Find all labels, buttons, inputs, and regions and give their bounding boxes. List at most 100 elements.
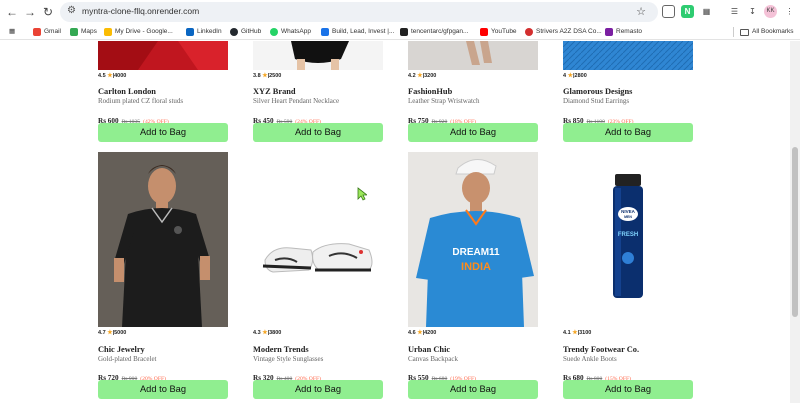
product-image[interactable]	[563, 41, 693, 70]
avatar[interactable]: KK	[764, 5, 777, 18]
bookmark-site-icon	[605, 28, 613, 36]
address-bar[interactable]: ⚙ myntra-clone-fllq.onrender.com ☆	[60, 2, 658, 22]
product-description: Vintage Style Sunglasses	[253, 355, 324, 363]
bookmark-label: Maps	[81, 28, 97, 35]
scrollbar-thumb[interactable]	[792, 147, 798, 317]
download-icon[interactable]: ↧	[746, 5, 759, 18]
rating: 4.5 ★|4000	[98, 73, 127, 79]
site-info-icon[interactable]: ⚙	[67, 5, 76, 16]
bookmark-site-icon	[321, 28, 329, 36]
product-image[interactable]: NIVEA MEN FRESH	[563, 152, 693, 327]
svg-text:FRESH: FRESH	[618, 232, 638, 238]
rating: 4.6 ★|4200	[408, 330, 437, 336]
product-image[interactable]	[253, 152, 383, 327]
add-to-bag-button[interactable]: Add to Bag	[253, 380, 383, 399]
media-icon[interactable]: ☰	[728, 5, 741, 18]
bookmark-label: WhatsApp	[281, 28, 311, 35]
product-image[interactable]: DREAM11 INDIA	[408, 152, 538, 327]
bookmark-label: GitHub	[241, 28, 262, 35]
folder-icon	[740, 28, 749, 36]
bookmark-label: My Drive - Google...	[115, 28, 173, 35]
add-to-bag-button[interactable]: Add to Bag	[253, 123, 383, 142]
rating: 4.1 ★|3100	[563, 330, 592, 336]
star-icon: ★	[107, 330, 113, 336]
bookmark-build-lead-invest[interactable]: Build, Lead, Invest |...	[321, 26, 394, 38]
product-grid: 4.5 ★|4000 Carlton London Rodium plated …	[0, 41, 790, 403]
svg-text:MEN: MEN	[624, 215, 632, 219]
menu-icon[interactable]: ⋮	[783, 5, 796, 18]
bookmark-site-icon	[400, 28, 408, 36]
url-text: myntra-clone-fllq.onrender.com	[82, 6, 200, 16]
product-description: Diamond Stud Earrings	[563, 97, 630, 105]
page-scrollbar[interactable]	[790, 41, 800, 403]
bookmark-strivers[interactable]: Strivers A2Z DSA Co...	[525, 26, 602, 38]
star-icon: ★	[567, 73, 573, 79]
bookmark-youtube[interactable]: YouTube	[480, 26, 517, 38]
bookmark-drive[interactable]: My Drive - Google...	[104, 26, 173, 38]
rating: 4 ★|2800	[563, 73, 587, 79]
bookmark-maps[interactable]: Maps	[70, 26, 97, 38]
product-brand: Carlton London	[98, 87, 156, 96]
bookmark-label: tencentarc/gfpgan...	[411, 28, 469, 35]
star-icon: ★	[262, 73, 268, 79]
product-image[interactable]	[98, 41, 228, 70]
add-to-bag-button[interactable]: Add to Bag	[98, 380, 228, 399]
forward-icon[interactable]: →	[22, 4, 38, 20]
bookmark-remasto[interactable]: Remasto	[605, 26, 642, 38]
bookmark-star-icon[interactable]: ☆	[636, 5, 646, 18]
product-brand: FashionHub	[408, 87, 453, 96]
star-icon: ★	[262, 330, 268, 336]
product-image[interactable]	[408, 41, 538, 70]
product-brand: Urban Chic	[408, 345, 451, 354]
all-bookmarks-button[interactable]: All Bookmarks	[740, 26, 794, 38]
product-brand: XYZ Brand	[253, 87, 296, 96]
star-icon: ★	[417, 73, 423, 79]
product-description: Suede Ankle Boots	[563, 355, 617, 363]
bookmark-whatsapp[interactable]: WhatsApp	[270, 26, 311, 38]
rating: 3.8 ★|2500	[253, 73, 282, 79]
bookmark-site-icon	[525, 28, 533, 36]
svg-text:NIVEA: NIVEA	[621, 209, 636, 214]
product-description: Canvas Backpack	[408, 355, 458, 363]
bookmark-label: Remasto	[616, 28, 643, 35]
add-to-bag-button[interactable]: Add to Bag	[408, 123, 538, 142]
browser-toolbar: ← → ↻ ⚙ myntra-clone-fllq.onrender.com ☆…	[0, 0, 800, 24]
github-icon	[230, 28, 238, 36]
star-icon: ★	[572, 330, 578, 336]
all-bookmarks-label: All Bookmarks	[752, 28, 794, 35]
bookmark-label: Strivers A2Z DSA Co...	[536, 28, 602, 35]
mouse-cursor-icon	[357, 187, 367, 201]
add-to-bag-button[interactable]: Add to Bag	[563, 380, 693, 399]
bookmark-label: Build, Lead, Invest |...	[332, 28, 395, 35]
bookmarks-bar: ▦ Gmail Maps My Drive - Google... Linked…	[0, 24, 800, 40]
product-description: Leather Strap Wristwatch	[408, 97, 480, 105]
product-image[interactable]	[253, 41, 383, 70]
rating: 4.2 ★|3200	[408, 73, 437, 79]
extensions-icon[interactable]: ▦	[700, 5, 713, 18]
green-extension-icon[interactable]: N	[681, 5, 694, 18]
product-brand: Modern Trends	[253, 345, 309, 354]
rating: 4.3 ★|3800	[253, 330, 282, 336]
reload-icon[interactable]: ↻	[40, 4, 56, 20]
add-to-bag-button[interactable]: Add to Bag	[563, 123, 693, 142]
add-to-bag-button[interactable]: Add to Bag	[408, 380, 538, 399]
gmail-icon	[33, 28, 41, 36]
bookmark-linkedin[interactable]: LinkedIn	[186, 26, 222, 38]
bookmark-label: Gmail	[44, 28, 61, 35]
bookmark-gmail[interactable]: Gmail	[33, 26, 61, 38]
product-image[interactable]	[98, 152, 228, 327]
add-to-bag-button[interactable]: Add to Bag	[98, 123, 228, 142]
drive-icon	[104, 28, 112, 36]
product-description: Gold-plated Bracelet	[98, 355, 157, 363]
jersey-sponsor-text: DREAM11	[452, 247, 500, 258]
back-icon[interactable]: ←	[4, 4, 20, 20]
bookmark-label: YouTube	[491, 28, 517, 35]
apps-icon[interactable]: ▦	[9, 26, 15, 38]
image-extension-icon[interactable]	[662, 5, 675, 18]
star-icon: ★	[417, 330, 423, 336]
linkedin-icon	[186, 28, 194, 36]
bookmark-gfpgan[interactable]: tencentarc/gfpgan...	[400, 26, 468, 38]
star-icon: ★	[107, 73, 113, 79]
product-description: Silver Heart Pendant Necklace	[253, 97, 340, 105]
bookmark-github[interactable]: GitHub	[230, 26, 261, 38]
